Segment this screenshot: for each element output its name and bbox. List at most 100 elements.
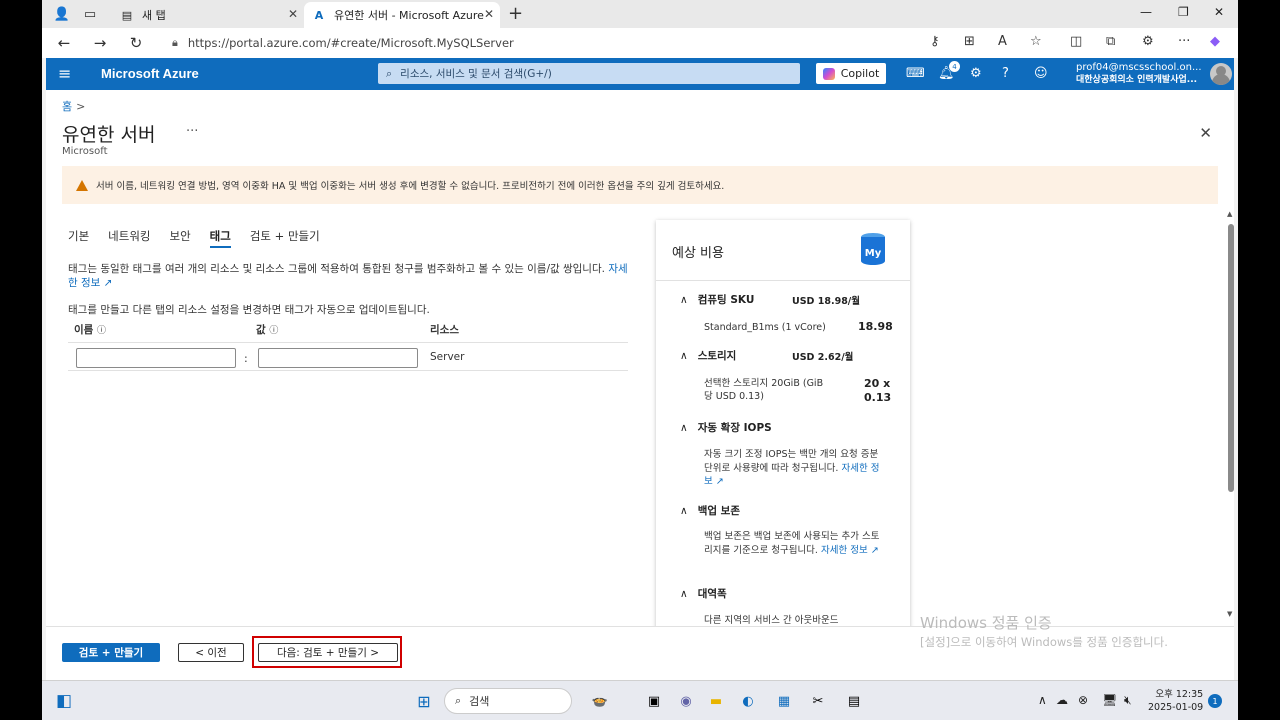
next-review-create-button[interactable]: 다음: 검토 + 만들기 >	[258, 643, 398, 662]
more-options-icon[interactable]: ···	[186, 124, 198, 139]
browser-tab-azure[interactable]: A 유연한 서버 - Microsoft Azure ✕	[304, 2, 500, 28]
restore-icon[interactable]: ❐	[1178, 5, 1189, 19]
refresh-icon[interactable]: ↻	[126, 33, 146, 53]
close-tab-icon[interactable]: ✕	[288, 7, 298, 21]
security-icon[interactable]: ⊗	[1078, 693, 1088, 707]
tab-security[interactable]: 보안	[170, 228, 191, 248]
iops-label: 자동 확장 IOPS	[697, 422, 772, 434]
file-explorer-icon[interactable]: ▬	[706, 691, 726, 711]
backup-text: 백업 보존은 백업 보존에 사용되는 추가 스토리지를 기준으로 청구됩니다. …	[704, 530, 886, 557]
backup-section[interactable]: ∧ 백업 보존	[680, 503, 740, 518]
collections-icon[interactable]: ⧉	[1106, 34, 1115, 49]
avatar[interactable]	[1210, 63, 1232, 85]
notification-badge: 4	[949, 61, 960, 72]
snipping-tool-icon[interactable]: ✂	[808, 691, 828, 711]
external-link-icon: ↗	[867, 544, 879, 556]
volume-icon[interactable]: 🔇︎	[1124, 693, 1132, 708]
feedback-icon[interactable]: ☺	[1034, 66, 1048, 81]
teams-chat-icon[interactable]: ◉	[676, 691, 696, 711]
previous-button[interactable]: < 이전	[178, 643, 244, 662]
settings-gear-icon[interactable]: ⚙	[970, 66, 982, 81]
split-screen-icon[interactable]: ◫	[1070, 34, 1082, 49]
edge-browser-icon[interactable]: ◐	[738, 691, 758, 711]
storage-section[interactable]: ∧ 스토리지	[680, 348, 736, 363]
hamburger-menu-icon[interactable]: ≡	[58, 64, 71, 83]
close-window-icon[interactable]: ✕	[1214, 5, 1224, 19]
taskbar-search[interactable]: ⌕ 검색	[444, 688, 572, 714]
network-icon[interactable]: 🖥︎	[1102, 693, 1117, 707]
new-tab-plus-icon[interactable]: +	[508, 3, 523, 24]
onedrive-sync-icon[interactable]: ☁	[1056, 693, 1068, 707]
column-value-header: 값 ⓘ	[256, 322, 278, 337]
address-bar[interactable]: 🔒︎ https://portal.azure.com/#create/Micr…	[160, 31, 1056, 55]
azure-top-bar: ≡ Microsoft Azure ⌕ 리소스, 서비스 및 문서 검색(G+/…	[46, 58, 1234, 90]
app-grid-icon[interactable]: ⊞	[964, 34, 975, 49]
close-tab-icon[interactable]: ✕	[484, 7, 494, 21]
iops-section[interactable]: ∧ 자동 확장 IOPS	[680, 420, 772, 435]
help-icon[interactable]: ?	[1002, 66, 1009, 81]
tray-chevron-icon[interactable]: ∧	[1038, 693, 1047, 707]
browser-nav-bar: ← → ↻ 🔒︎ https://portal.azure.com/#creat…	[42, 28, 1238, 58]
scroll-up-icon[interactable]: ▲	[1227, 210, 1232, 218]
cloud-shell-icon[interactable]: ⌨	[906, 66, 925, 81]
clock-time: 오후 12:35	[1155, 689, 1204, 700]
compute-item: Standard_B1ms (1 vCore)	[704, 322, 826, 333]
bandwidth-label: 대역폭	[697, 588, 727, 600]
tag-value-input[interactable]	[258, 348, 418, 368]
forward-icon[interactable]: →	[90, 33, 110, 53]
scroll-down-icon[interactable]: ▼	[1227, 610, 1232, 618]
scrollbar[interactable]: ▲ ▼	[1227, 210, 1234, 620]
back-icon[interactable]: ←	[54, 33, 74, 53]
read-aloud-icon[interactable]: A	[998, 34, 1007, 49]
cost-title: 예상 비용	[672, 246, 724, 261]
compute-sku-price: USD 18.98/월	[792, 296, 861, 307]
tab-networking[interactable]: 네트워킹	[108, 228, 150, 248]
favorite-star-icon[interactable]: ☆	[1030, 34, 1042, 49]
copilot-button[interactable]: Copilot	[816, 63, 886, 84]
tag-name-input[interactable]	[76, 348, 236, 368]
review-create-button[interactable]: 검토 + 만들기	[62, 643, 160, 662]
column-name-label: 이름	[74, 324, 94, 336]
wizard-tabs: 기본 네트워킹 보안 태그 검토 + 만들기	[68, 228, 339, 248]
tags-description: 태그는 동일한 태그를 여러 개의 리소스 및 리소스 그룹에 적용하여 통합된…	[68, 262, 628, 290]
tab-review-create[interactable]: 검토 + 만들기	[250, 228, 320, 248]
breadcrumb-home[interactable]: 홈	[62, 100, 72, 113]
notification-center-badge[interactable]: 1	[1208, 694, 1222, 708]
close-blade-icon[interactable]: ✕	[1199, 124, 1212, 142]
svg-text:My: My	[865, 248, 882, 259]
food-bowl-icon[interactable]: 🍲	[590, 691, 610, 711]
tab-actions-icon[interactable]: ▭	[80, 4, 100, 24]
key-icon[interactable]: ⚷	[930, 34, 940, 49]
account-info[interactable]: prof04@mscsschool.on... 대한상공회의소 인력개발사업..…	[1076, 62, 1202, 86]
browser-tab-newtab[interactable]: ▤ 새 탭 ✕	[112, 2, 304, 28]
compute-sku-section[interactable]: ∧ 컴퓨팅 SKU	[680, 292, 754, 307]
storage-value-line2: 0.13	[864, 391, 892, 404]
backup-learn-more-link[interactable]: 자세한 정보	[821, 545, 868, 556]
activation-watermark-title: Windows 정품 인증	[920, 614, 1052, 632]
chevron-up-icon: ∧	[680, 505, 688, 517]
more-menu-icon[interactable]: ···	[1178, 34, 1190, 49]
search-icon: ⌕	[455, 694, 462, 707]
activation-watermark-text: [설정]으로 이동하여 Windows를 정품 인증합니다.	[920, 635, 1168, 649]
azure-search-input[interactable]: ⌕ 리소스, 서비스 및 문서 검색(G+/)	[378, 63, 800, 84]
bandwidth-section[interactable]: ∧ 대역폭	[680, 586, 727, 601]
terminal-icon[interactable]: ▤	[844, 691, 864, 711]
store-icon[interactable]: ▦	[774, 691, 794, 711]
column-name-header: 이름 ⓘ	[74, 322, 106, 337]
info-icon[interactable]: ⓘ	[269, 326, 278, 336]
scrollbar-thumb[interactable]	[1228, 224, 1234, 492]
copilot-browser-icon[interactable]: ◆	[1210, 34, 1220, 49]
chevron-up-icon: ∧	[680, 422, 688, 434]
azure-brand[interactable]: Microsoft Azure	[101, 66, 199, 81]
tab-tags[interactable]: 태그	[209, 228, 232, 248]
minimize-icon[interactable]: —	[1140, 5, 1152, 19]
task-view-icon[interactable]: ▣	[644, 691, 664, 711]
info-icon[interactable]: ⓘ	[97, 326, 106, 336]
profile-icon[interactable]: 👤	[52, 4, 72, 24]
widgets-icon[interactable]: ◧	[54, 691, 74, 711]
start-windows-icon[interactable]: ⊞	[414, 691, 434, 711]
extensions-icon[interactable]: ⚙	[1142, 34, 1154, 49]
storage-item-line1: 선택한 스토리지	[704, 378, 769, 389]
tab-basics[interactable]: 기본	[68, 228, 89, 248]
clock[interactable]: 오후 12:35 2025-01-09	[1148, 688, 1203, 714]
